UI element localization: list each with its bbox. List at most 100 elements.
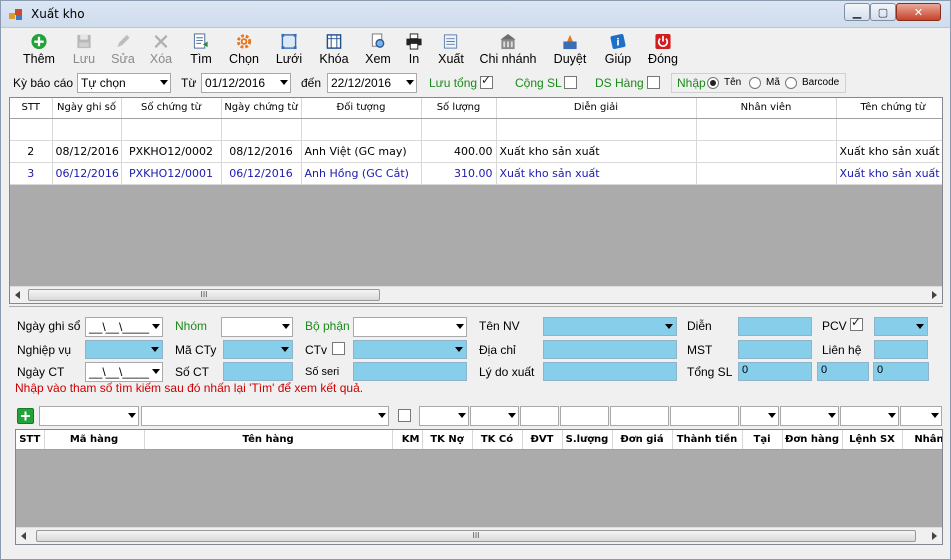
sua-button[interactable]: Sửa bbox=[107, 33, 139, 69]
col-ten-chung-tu[interactable]: Tên chứng từ bbox=[836, 98, 942, 119]
col-so-luong[interactable]: Số lượng bbox=[421, 98, 497, 119]
col-don-gia[interactable]: Đơn giá bbox=[612, 430, 673, 450]
chevron-down-icon bbox=[508, 413, 516, 418]
col-ten-hang[interactable]: Tên hàng bbox=[144, 430, 393, 450]
table-row[interactable]: 1 20/12/2016 PXKHO12/0003 20/12/2016 Gia côn… bbox=[10, 118, 942, 141]
ds-hang-checkbox[interactable] bbox=[647, 76, 660, 89]
duyet-button[interactable]: Duyệt bbox=[551, 33, 589, 69]
dien-label: Diễn bbox=[687, 319, 712, 333]
tim-button[interactable]: Tìm bbox=[185, 33, 217, 69]
col-doi-tuong[interactable]: Đối tượng bbox=[301, 98, 422, 119]
col-thanh-tien[interactable]: Thành tiền bbox=[672, 430, 743, 450]
ctv-label: CTv bbox=[305, 343, 327, 357]
xem-button[interactable]: Xem bbox=[361, 33, 395, 69]
title-bar[interactable]: Xuất kho ▁ ▢ ✕ bbox=[1, 1, 950, 28]
giup-button[interactable]: i Giúp bbox=[603, 33, 633, 69]
barcode-radio[interactable] bbox=[785, 77, 797, 89]
scroll-right-icon[interactable] bbox=[932, 291, 937, 299]
ten-radio[interactable] bbox=[707, 77, 719, 89]
chinhanh-button[interactable]: Chi nhánh bbox=[479, 33, 537, 69]
don-gia-field[interactable] bbox=[610, 406, 669, 426]
grid1-hscrollbar[interactable]: III bbox=[10, 286, 942, 303]
pcv-select[interactable] bbox=[874, 317, 928, 336]
thanh-tien-field[interactable] bbox=[670, 406, 739, 426]
maximize-button[interactable]: ▢ bbox=[870, 3, 896, 21]
khoa-button[interactable]: Khóa bbox=[317, 33, 351, 69]
ctv-select[interactable] bbox=[353, 340, 467, 359]
pcv-checkbox[interactable] bbox=[850, 315, 863, 331]
tai-select[interactable] bbox=[740, 406, 779, 426]
ma-cty-select[interactable] bbox=[223, 340, 293, 359]
col-km[interactable]: KM bbox=[392, 430, 423, 450]
km-checkbox[interactable] bbox=[398, 409, 411, 422]
nghiep-vu-select[interactable] bbox=[85, 340, 163, 359]
splitter[interactable] bbox=[9, 306, 943, 309]
them-button[interactable]: Thêm bbox=[21, 33, 57, 69]
dien-field[interactable] bbox=[738, 317, 812, 336]
grid2-hscrollbar[interactable]: III bbox=[16, 527, 942, 544]
col-ngay-chung-tu[interactable]: Ngày chứng từ bbox=[221, 98, 302, 119]
col-stt[interactable]: STT bbox=[16, 430, 45, 450]
col-dien-giai[interactable]: Diễn giải bbox=[496, 98, 697, 119]
in-button[interactable]: In bbox=[401, 33, 427, 69]
scroll-left-icon[interactable] bbox=[15, 291, 20, 299]
ly-do-xuat-field[interactable] bbox=[543, 362, 677, 381]
col-tk-no[interactable]: TK Nợ bbox=[422, 430, 473, 450]
tk-co-select[interactable] bbox=[470, 406, 519, 426]
grid2-scroll-thumb[interactable]: III bbox=[36, 530, 916, 542]
xuat-button[interactable]: Xuất bbox=[435, 33, 467, 69]
col-nhan-vien[interactable]: Nhân viên bbox=[696, 98, 837, 119]
nhom-select[interactable] bbox=[221, 317, 293, 337]
so-seri-field[interactable] bbox=[353, 362, 467, 381]
col-dvt[interactable]: ĐVT bbox=[522, 430, 563, 450]
tu-date-field[interactable]: 01/12/2016 bbox=[201, 73, 291, 93]
luu-button[interactable]: Lưu bbox=[67, 33, 101, 69]
table-row[interactable]: 3 06/12/2016 PXKHO12/0001 06/12/2016 Anh Hồn… bbox=[10, 162, 942, 185]
col-ngay-ghi-so[interactable]: Ngày ghi số bbox=[52, 98, 122, 119]
minimize-button[interactable]: ▁ bbox=[844, 3, 870, 21]
don-hang-select[interactable] bbox=[780, 406, 839, 426]
col-stt[interactable]: STT bbox=[10, 98, 53, 119]
ngay-ct-field[interactable]: __\__\____ bbox=[85, 362, 163, 382]
ma-hang-select[interactable] bbox=[39, 406, 139, 426]
nhan-select[interactable] bbox=[900, 406, 942, 426]
maximize-icon: ▢ bbox=[877, 5, 889, 19]
luoi-button[interactable]: Lưới bbox=[273, 33, 305, 69]
col-don-hang[interactable]: Đơn hàng bbox=[782, 430, 843, 450]
col-nhan[interactable]: Nhân bbox=[902, 430, 942, 450]
mst-field[interactable] bbox=[738, 340, 812, 359]
ten-nv-select[interactable] bbox=[543, 317, 677, 336]
add-row-button[interactable] bbox=[17, 408, 34, 424]
grid1-scroll-thumb[interactable]: III bbox=[28, 289, 380, 301]
luu-tong-checkbox[interactable] bbox=[480, 73, 493, 89]
cong-sl-checkbox[interactable] bbox=[564, 76, 577, 89]
col-tk-co[interactable]: TK Có bbox=[472, 430, 523, 450]
ngay-ghi-so-field[interactable]: __\__\____ bbox=[85, 317, 163, 337]
dvt-field[interactable] bbox=[520, 406, 559, 426]
ma-radio[interactable] bbox=[749, 77, 761, 89]
bo-phan-select[interactable] bbox=[353, 317, 467, 337]
dia-chi-field[interactable] bbox=[543, 340, 677, 359]
den-date-field[interactable]: 22/12/2016 bbox=[327, 73, 417, 93]
tk-no-select[interactable] bbox=[419, 406, 469, 426]
chevron-down-icon bbox=[665, 324, 673, 329]
table-row[interactable]: 2 08/12/2016 PXKHO12/0002 08/12/2016 Anh Việ… bbox=[10, 140, 942, 163]
lenh-sx-select[interactable] bbox=[840, 406, 899, 426]
ten-hang-select[interactable] bbox=[141, 406, 389, 426]
scroll-right-icon[interactable] bbox=[932, 532, 937, 540]
xoa-button[interactable]: Xóa bbox=[145, 33, 177, 69]
close-button[interactable]: ✕ bbox=[896, 3, 941, 21]
chon-button[interactable]: Chọn bbox=[227, 33, 261, 69]
lien-he-field[interactable] bbox=[874, 340, 928, 359]
scroll-left-icon[interactable] bbox=[21, 532, 26, 540]
dong-button[interactable]: Đóng bbox=[647, 33, 679, 69]
so-luong-field[interactable] bbox=[560, 406, 609, 426]
col-ma-hang[interactable]: Mã hàng bbox=[44, 430, 145, 450]
col-so-luong[interactable]: S.lượng bbox=[562, 430, 613, 450]
ctv-checkbox[interactable] bbox=[332, 342, 345, 355]
ky-bao-cao-select[interactable]: Tự chọn bbox=[77, 73, 171, 93]
col-so-chung-tu[interactable]: Số chứng từ bbox=[121, 98, 222, 119]
col-lenh-sx[interactable]: Lệnh SX bbox=[842, 430, 903, 450]
so-ct-field[interactable] bbox=[223, 362, 293, 381]
col-tai[interactable]: Tại bbox=[742, 430, 783, 450]
